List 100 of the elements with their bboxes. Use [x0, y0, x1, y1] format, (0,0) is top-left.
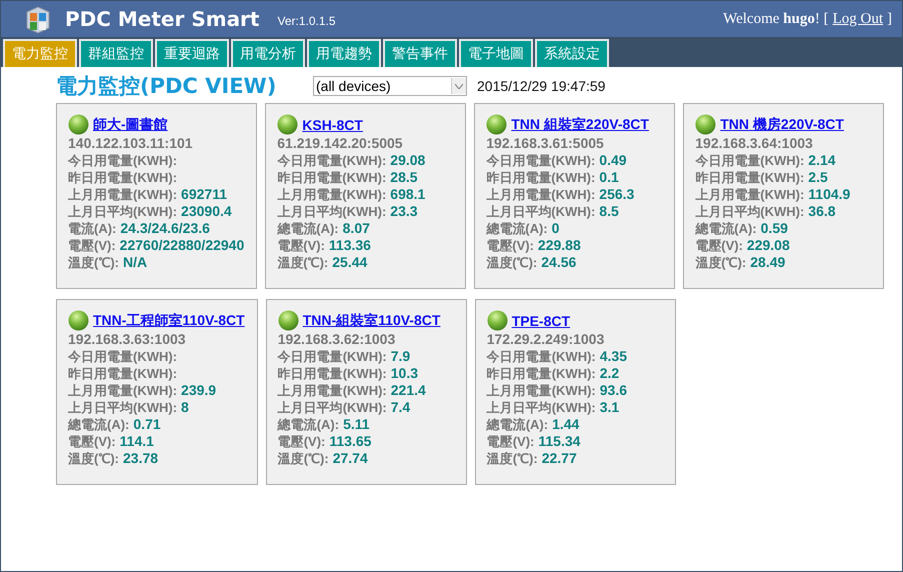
- reading-label: 今日用電量(KWH):: [278, 348, 387, 365]
- device-link[interactable]: TNN-組裝室110V-8CT: [302, 312, 440, 330]
- app-title: PDC Meter Smart: [65, 7, 260, 31]
- reading-label: 今日用電量(KWH):: [486, 348, 596, 365]
- reading-value: 0.49: [599, 152, 627, 169]
- reading-label: 今日用電量(KWH):: [277, 152, 386, 169]
- reading-value: 239.9: [181, 382, 216, 399]
- reading-value: 0: [552, 220, 560, 237]
- reading-label: 溫度(℃):: [277, 254, 328, 271]
- reading-label: 昨日用電量(KWH):: [486, 169, 596, 186]
- status-icon: [278, 310, 299, 331]
- reading-label: 總電流(A):: [486, 220, 548, 237]
- device-link[interactable]: TPE-8CT: [512, 312, 570, 328]
- reading-value: 0.59: [760, 220, 788, 237]
- status-icon: [68, 310, 89, 331]
- nav-tab[interactable]: 重要迴路: [155, 39, 229, 67]
- reading-value: 27.74: [332, 450, 368, 467]
- reading-value: 10.3: [390, 365, 418, 382]
- logout-link[interactable]: Log Out: [832, 10, 883, 28]
- device-address: 172.29.2.249:1003: [486, 331, 606, 348]
- reading-label: 總電流(A):: [695, 220, 757, 237]
- reading-label: 昨日用電量(KWH):: [68, 365, 178, 382]
- welcome-text: Welcome hugo! [: [723, 10, 829, 28]
- reading-label: 電流(A):: [68, 220, 116, 237]
- reading-value: 256.3: [599, 186, 634, 203]
- reading-label: 上月用電量(KWH):: [278, 382, 387, 399]
- nav-tab[interactable]: 用電分析: [231, 39, 305, 67]
- reading-value: 7.9: [390, 348, 410, 365]
- reading-value: 229.08: [746, 237, 790, 254]
- reading-label: 今日用電量(KWH):: [486, 152, 596, 169]
- reading-value: 113.36: [328, 237, 371, 254]
- reading-label: 上月用電量(KWH):: [68, 186, 178, 203]
- reading-value: 114.1: [120, 433, 154, 450]
- reading-value: 24.56: [541, 254, 576, 271]
- reading-label: 昨日用電量(KWH):: [278, 365, 387, 382]
- reading-label: 總電流(A):: [278, 416, 340, 433]
- reading-label: 溫度(℃):: [68, 254, 119, 271]
- reading-label: 總電流(A):: [277, 220, 339, 237]
- nav-tab[interactable]: 警告事件: [383, 39, 457, 67]
- reading-label: 電壓(V):: [278, 433, 326, 450]
- reading-value: N/A: [123, 254, 148, 271]
- reading-value: 692711: [181, 186, 227, 203]
- reading-label: 電壓(V):: [695, 237, 743, 254]
- reading-label: 昨日用電量(KWH):: [68, 169, 178, 186]
- status-icon: [486, 114, 508, 135]
- reading-value: 24.3/24.6/23.6: [120, 220, 210, 237]
- reading-value: 29.08: [390, 152, 426, 169]
- page-title: 電力監控(PDC VIEW): [56, 73, 278, 100]
- nav-tab[interactable]: 用電趨勢: [307, 39, 381, 67]
- reading-label: 上月用電量(KWH):: [486, 382, 596, 399]
- reading-label: 上月用電量(KWH):: [486, 186, 596, 203]
- reading-value: 28.5: [390, 169, 418, 186]
- reading-label: 今日用電量(KWH):: [68, 348, 178, 365]
- bracket-text: ]: [887, 10, 892, 28]
- reading-value: 1104.9: [808, 186, 850, 203]
- nav-tab[interactable]: 系統設定: [535, 39, 609, 67]
- reading-label: 溫度(℃):: [486, 254, 538, 271]
- reading-label: 電壓(V):: [486, 433, 534, 450]
- nav-tab[interactable]: 群組監控: [79, 39, 153, 67]
- device-link[interactable]: TNN-工程師室110V-8CT: [93, 312, 245, 330]
- reading-value: 8.5: [599, 203, 619, 220]
- device-link[interactable]: 師大-圖書館: [93, 116, 168, 134]
- reading-value: 22760/22880/22940: [120, 237, 244, 254]
- reading-label: 電壓(V):: [486, 237, 534, 254]
- status-icon: [68, 114, 89, 135]
- reading-label: 電壓(V):: [68, 237, 116, 254]
- reading-label: 上月用電量(KWH):: [277, 186, 386, 203]
- reading-label: 電壓(V):: [277, 237, 325, 254]
- status-icon: [277, 114, 298, 135]
- reading-value: 1.44: [552, 416, 580, 433]
- reading-value: 28.49: [750, 254, 786, 271]
- reading-value: 22.77: [542, 450, 577, 467]
- reading-value: 5.11: [343, 416, 370, 433]
- reading-label: 昨日用電量(KWH):: [486, 365, 596, 382]
- reading-value: 23.78: [123, 450, 158, 467]
- reading-label: 溫度(℃):: [68, 450, 119, 467]
- device-link[interactable]: KSH-8CT: [302, 116, 363, 132]
- reading-value: 8: [181, 399, 189, 416]
- device-link[interactable]: TNN 機房220V-8CT: [720, 116, 844, 134]
- reading-label: 溫度(℃):: [278, 450, 329, 467]
- dropdown-icon: [455, 84, 463, 88]
- device-address: 192.168.3.63:1003: [68, 331, 187, 348]
- reading-value: 93.6: [600, 382, 627, 399]
- reading-label: 溫度(℃):: [695, 254, 746, 271]
- device-address: 61.219.142.20:5005: [277, 135, 404, 152]
- reading-value: 113.65: [329, 433, 372, 450]
- device-select[interactable]: (all devices): [313, 76, 467, 96]
- device-link[interactable]: TNN 組裝室220V-8CT: [511, 116, 649, 134]
- timestamp: 2015/12/29 19:47:59: [477, 78, 606, 94]
- reading-value: 698.1: [390, 186, 426, 203]
- reading-value: 4.35: [600, 348, 627, 365]
- reading-value: 8.07: [342, 220, 370, 237]
- reading-label: 今日用電量(KWH):: [695, 152, 804, 169]
- reading-label: 上月日平均(KWH):: [277, 203, 386, 220]
- reading-value: 23.3: [390, 203, 418, 220]
- reading-value: 25.44: [332, 254, 368, 271]
- reading-label: 電壓(V):: [68, 433, 116, 450]
- nav-tab[interactable]: 電子地圖: [459, 39, 533, 67]
- reading-value: 229.88: [538, 237, 581, 254]
- reading-value: 36.8: [808, 203, 836, 220]
